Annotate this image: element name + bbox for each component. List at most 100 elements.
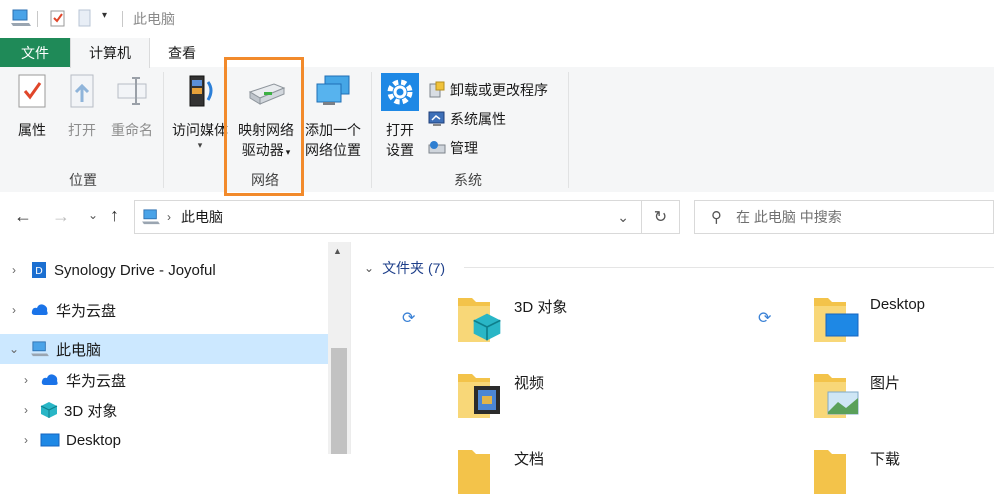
computer-icon (142, 209, 160, 225)
chevron-right-icon[interactable]: › (8, 263, 20, 277)
refresh-button[interactable]: ↻ (642, 200, 680, 234)
network-location-icon (316, 75, 350, 105)
breadcrumb-this-pc[interactable]: 此电脑 (181, 207, 223, 227)
location-group-label: 位置 (69, 172, 97, 188)
tree-item-desktop[interactable]: › Desktop (0, 425, 328, 455)
chevron-right-icon[interactable]: › (8, 303, 20, 317)
uninstall-label: 卸载或更改程序 (450, 82, 548, 98)
address-dropdown-chevron-icon[interactable]: ⌄ (617, 209, 629, 226)
system-properties-label: 系统属性 (450, 111, 506, 127)
highlight-box (224, 57, 304, 196)
address-bar[interactable]: › 此电脑 ⌄ (134, 200, 642, 234)
open-button: 打开 (63, 72, 101, 140)
recent-locations-chevron-icon[interactable]: ⌄ (88, 208, 98, 222)
tab-file[interactable]: 文件 (0, 38, 70, 67)
chevron-right-icon[interactable]: › (20, 373, 32, 387)
access-media-button[interactable]: 访问媒体 ▾ (169, 72, 231, 150)
chevron-down-icon[interactable]: ⌄ (8, 342, 20, 356)
tab-computer[interactable]: 计算机 (70, 38, 150, 68)
folder-item[interactable]: 视频 (456, 368, 544, 420)
synology-drive-icon: D (32, 262, 46, 278)
breadcrumb-separator-icon[interactable]: › (167, 210, 171, 224)
settings-gear-icon (381, 73, 419, 111)
add-location-label-line1: 添加一个 (305, 122, 361, 138)
computer-icon (10, 9, 32, 30)
cloud-icon (41, 374, 58, 385)
desktop-icon (40, 433, 60, 447)
search-icon: ⚲ (711, 209, 722, 226)
tree-item-label: 华为云盘 (66, 372, 127, 390)
tab-view[interactable]: 查看 (152, 38, 212, 67)
up-arrow-icon[interactable]: ↑ (110, 205, 119, 226)
folder-item[interactable]: 文档 (456, 444, 544, 496)
sync-status-icon: ⟳ (402, 310, 416, 327)
forward-arrow-icon[interactable]: → (52, 206, 70, 227)
folder-icon (456, 368, 504, 420)
uninstall-icon (429, 81, 445, 98)
chevron-right-icon[interactable]: › (20, 403, 32, 417)
search-box[interactable]: ⚲ 在 此电脑 中搜索 (694, 200, 994, 234)
folder-label: 3D 对象 (514, 299, 568, 316)
open-settings-label-line2: 设置 (386, 142, 414, 158)
pane-divider[interactable] (350, 242, 351, 454)
tree-item-label: 华为云盘 (56, 302, 117, 320)
add-network-location-button[interactable]: 添加一个 网络位置 (302, 72, 364, 160)
folder-label: Desktop (870, 296, 926, 313)
folder-item[interactable]: Desktop (812, 292, 925, 344)
back-arrow-icon[interactable]: ← (14, 206, 32, 227)
system-properties-icon (428, 111, 445, 126)
chevron-down-icon: ▾ (197, 140, 203, 150)
qat-separator (37, 11, 38, 27)
folder-item[interactable]: 下载 (812, 444, 900, 496)
sync-status-icon: ⟳ (758, 310, 772, 327)
group-separator (163, 72, 164, 188)
tree-item-this-pc[interactable]: ⌄ 此电脑 (0, 334, 328, 364)
properties-icon (18, 74, 46, 108)
add-location-label-line2: 网络位置 (305, 142, 361, 158)
tree-item-synology[interactable]: › D Synology Drive - Joyoful (0, 255, 328, 285)
folders-section-header[interactable]: ⌄ 文件夹 (7) (364, 258, 445, 278)
window-title: 此电脑 (133, 11, 175, 27)
system-properties-button[interactable]: 系统属性 (428, 109, 506, 129)
manage-button[interactable]: 管理 (428, 138, 478, 158)
system-group-label: 系统 (454, 172, 482, 188)
manage-label: 管理 (450, 140, 478, 156)
scrollbar-thumb[interactable] (331, 348, 347, 454)
new-folder-icon[interactable] (78, 9, 92, 30)
open-settings-button[interactable]: 打开 设置 (378, 72, 422, 160)
folder-icon (456, 292, 504, 344)
open-settings-label-line1: 打开 (386, 122, 414, 138)
search-placeholder: 在 此电脑 中搜索 (736, 209, 842, 225)
open-label: 打开 (68, 122, 96, 138)
manage-icon (428, 141, 446, 154)
open-icon (70, 74, 94, 108)
folder-label: 下载 (870, 451, 901, 468)
tree-item-huawei-cloud-sub[interactable]: › 华为云盘 (0, 365, 328, 395)
group-separator (568, 72, 569, 188)
tree-item-3d-objects[interactable]: › 3D 对象 (0, 395, 328, 425)
folder-icon (812, 368, 860, 420)
refresh-icon: ↻ (653, 209, 668, 226)
group-separator (371, 72, 372, 188)
folder-icon (812, 444, 860, 496)
folder-label: 图片 (870, 375, 901, 392)
uninstall-button[interactable]: 卸载或更改程序 (428, 80, 548, 100)
folder-label: 视频 (514, 375, 545, 392)
media-icon (189, 75, 213, 107)
qat-dropdown-icon[interactable]: ▾ (102, 10, 107, 21)
svg-text:D: D (35, 266, 43, 277)
chevron-right-icon[interactable]: › (20, 433, 32, 447)
computer-icon (31, 341, 49, 357)
rename-button: 重命名 (107, 72, 157, 140)
scroll-up-icon[interactable]: ▲ (333, 246, 342, 256)
3d-objects-icon (40, 402, 58, 418)
folder-icon (456, 444, 504, 496)
qat-separator (122, 11, 123, 27)
folder-item[interactable]: 3D 对象 (456, 292, 567, 344)
properties-icon[interactable] (50, 9, 66, 30)
tree-item-huawei-cloud[interactable]: › 华为云盘 (0, 295, 328, 325)
section-divider (464, 267, 994, 268)
properties-button[interactable]: 属性 (12, 72, 52, 140)
properties-label: 属性 (18, 122, 46, 138)
folder-item[interactable]: 图片 (812, 368, 900, 420)
